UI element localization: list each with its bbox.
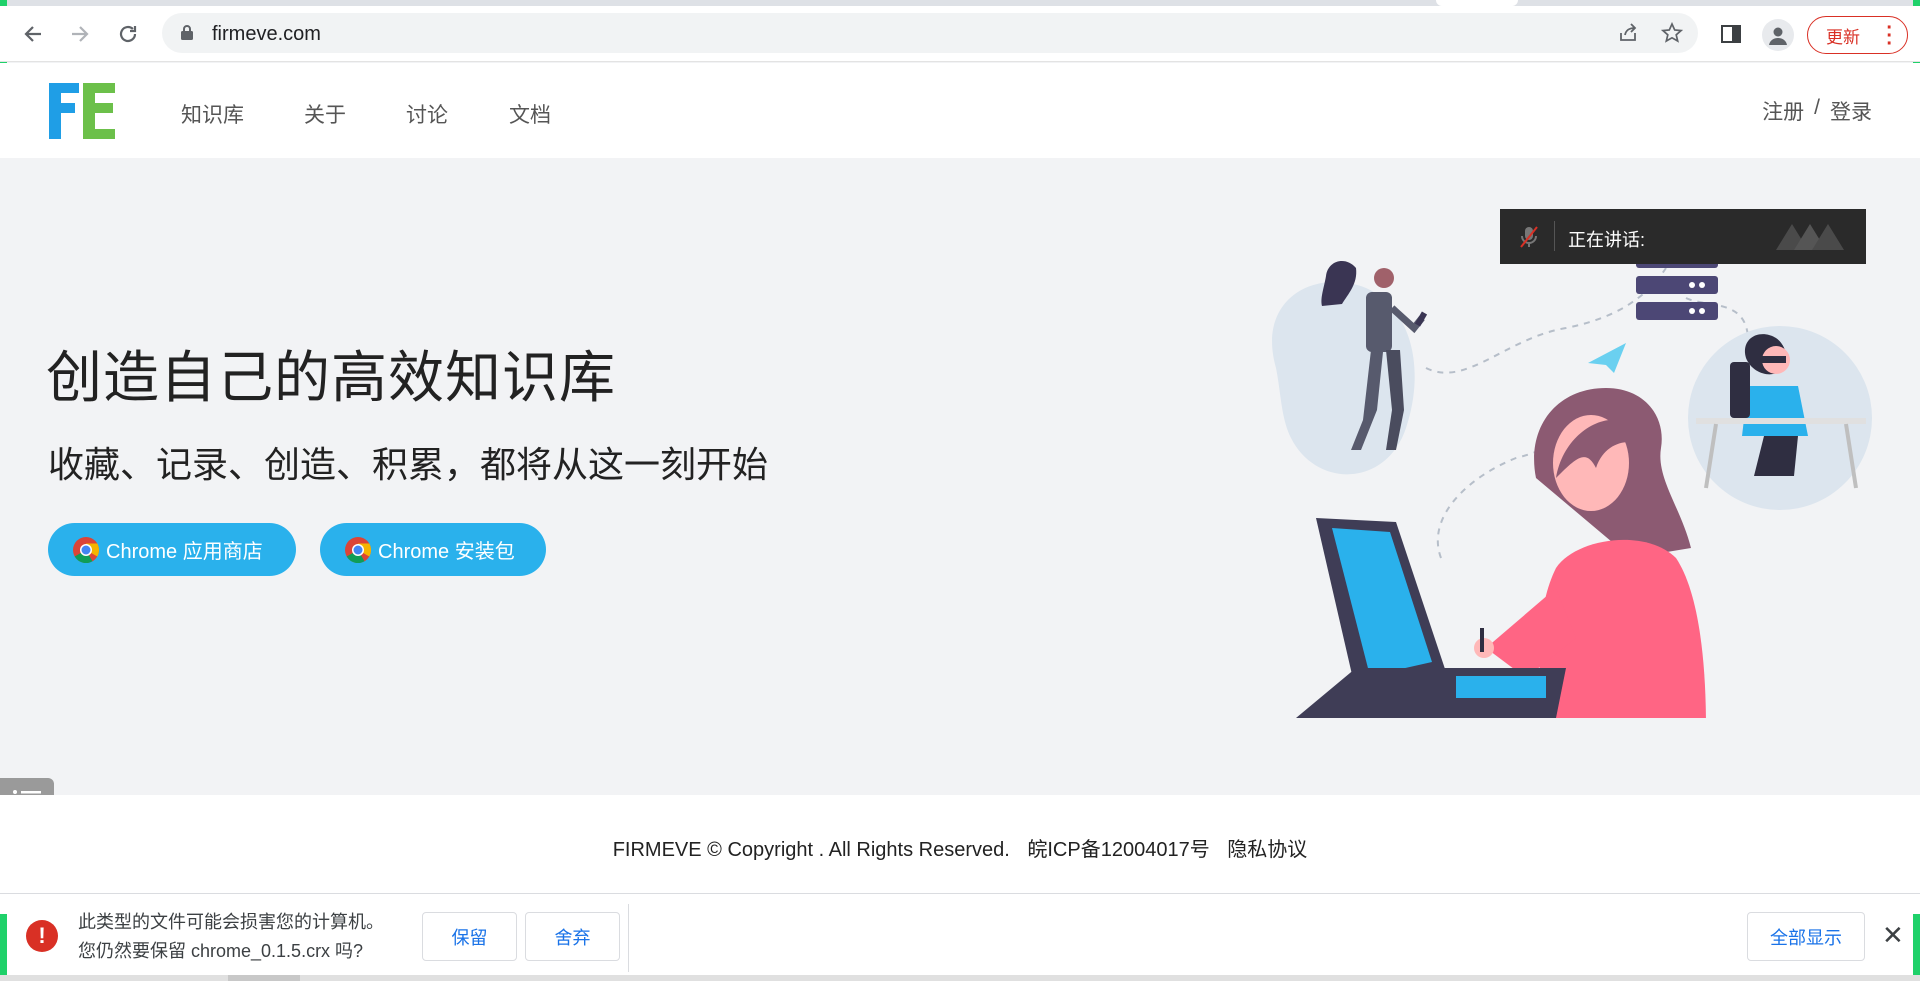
url-text: firmeve.com — [212, 23, 321, 45]
nav-knowledge-base[interactable]: 知识库 — [181, 99, 244, 129]
scrollbar-thumb[interactable] — [228, 975, 300, 981]
reload-icon — [119, 25, 137, 43]
site-header: 知识库 关于 讨论 文档 注册 / 登录 — [0, 63, 1920, 158]
side-panel-icon — [1721, 25, 1741, 43]
auth-links: 注册 / 登录 — [1762, 96, 1872, 126]
keep-button[interactable]: 保留 — [422, 912, 517, 961]
close-icon[interactable]: ✕ — [1882, 920, 1904, 951]
chrome-icon — [345, 537, 372, 564]
icp-link[interactable]: 皖ICP备12004017号 — [1027, 839, 1209, 861]
nav-discussion[interactable]: 讨论 — [406, 99, 448, 129]
back-button[interactable] — [19, 20, 47, 48]
discard-button[interactable]: 舍弃 — [525, 912, 620, 961]
meeting-logo — [1776, 224, 1844, 250]
footer-text: FIRMEVE © Copyright . All Rights Reserve… — [0, 833, 1920, 862]
speaking-indicator: 正在讲话: — [1500, 209, 1866, 264]
muted-mic-icon — [1520, 226, 1538, 248]
firmeve-logo[interactable] — [47, 81, 117, 141]
warning-icon: ! — [26, 920, 58, 952]
download-bar: ! 此类型的文件可能会损害您的计算机。 您仍然要保留 chrome_0.1.5.… — [0, 893, 1920, 981]
copyright-text: FIRMEVE © Copyright . All Rights Reserve… — [612, 839, 1010, 861]
auth-separator: / — [1814, 96, 1820, 119]
window-edge-left-bottom — [0, 914, 7, 981]
bookmark-star-icon[interactable] — [1660, 21, 1684, 45]
side-panel-button[interactable] — [1717, 20, 1745, 48]
arrow-right-icon — [72, 26, 89, 42]
forward-button[interactable] — [66, 20, 94, 48]
hero-subtitle: 收藏、记录、创造、积累，都将从这一刻开始 — [48, 445, 769, 486]
site-footer: FIRMEVE © Copyright . All Rights Reserve… — [0, 795, 1920, 893]
speaking-label: 正在讲话: — [1568, 230, 1646, 250]
share-icon[interactable] — [1616, 21, 1640, 45]
horizontal-scrollbar[interactable] — [0, 975, 1920, 981]
update-button[interactable]: 更新 · · · — [1807, 16, 1908, 54]
divider — [628, 904, 629, 972]
divider — [1554, 221, 1555, 251]
chrome-store-label: Chrome 应用商店 — [106, 541, 263, 563]
profile-avatar[interactable] — [1762, 19, 1794, 51]
reload-button[interactable] — [114, 20, 142, 48]
window-edge-right-bottom — [1913, 914, 1920, 981]
person-icon — [1769, 27, 1787, 45]
show-all-button[interactable]: 全部显示 — [1747, 912, 1865, 961]
browser-toolbar: firmeve.com 更新 · · · — [0, 6, 1920, 62]
chrome-installer-label: Chrome 安装包 — [378, 541, 515, 563]
chrome-installer-button[interactable]: Chrome 安装包 — [320, 523, 546, 576]
lock-icon — [181, 25, 193, 40]
chrome-icon — [73, 537, 100, 564]
nav-docs[interactable]: 文档 — [509, 99, 551, 129]
warning-line-2: 您仍然要保留 chrome_0.1.5.crx 吗? — [78, 941, 364, 961]
hero-title: 创造自己的高效知识库 — [46, 346, 616, 411]
register-link[interactable]: 注册 — [1762, 96, 1804, 126]
update-label: 更新 — [1826, 27, 1860, 47]
nav-about[interactable]: 关于 — [304, 99, 346, 129]
address-bar[interactable]: firmeve.com — [162, 13, 1698, 53]
privacy-link[interactable]: 隐私协议 — [1227, 839, 1307, 861]
warning-line-1: 此类型的文件可能会损害您的计算机。 — [78, 912, 384, 932]
hero-illustration — [1272, 250, 1872, 718]
chrome-store-button[interactable]: Chrome 应用商店 — [48, 523, 296, 576]
arrow-left-icon — [24, 26, 41, 42]
login-link[interactable]: 登录 — [1830, 96, 1872, 126]
download-warning-message: 此类型的文件可能会损害您的计算机。 您仍然要保留 chrome_0.1.5.cr… — [78, 908, 384, 966]
more-vert-icon: · · · — [1886, 17, 1893, 55]
